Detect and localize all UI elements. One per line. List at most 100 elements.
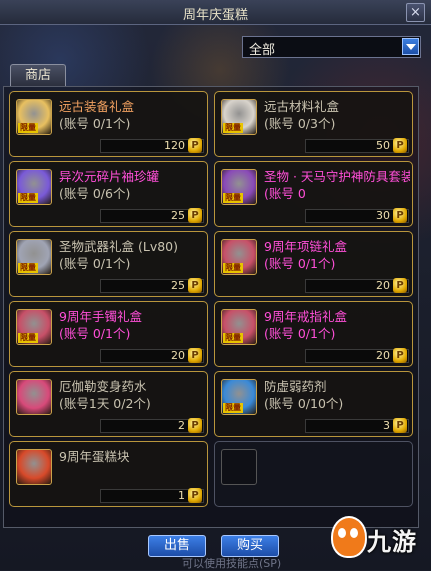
window-title: 周年庆蛋糕 [182, 8, 248, 23]
coin-icon: P [188, 278, 202, 293]
shop-item-card[interactable]: 限量 圣物武器礼盒 (Lv80) (账号 0/1个) 25 P [9, 231, 208, 297]
category-dropdown[interactable]: 全部 [242, 36, 421, 58]
tab-shop[interactable]: 商店 [10, 64, 66, 87]
item-price: 20 [376, 279, 390, 292]
price-bar: 3P [305, 418, 409, 433]
mascot-logo-icon [331, 516, 367, 558]
item-price: 50 [376, 139, 390, 152]
item-name: 防虚弱药剂 [264, 379, 327, 394]
item-name: 圣物 · 天马守护神防具套装礼盒（... [264, 169, 410, 184]
item-name: 9周年项链礼盒 [264, 239, 347, 254]
limited-badge: 限量 [223, 263, 243, 273]
limited-badge: 限量 [18, 263, 38, 273]
price-bar: 1P [100, 488, 204, 503]
coin-icon: P [393, 348, 407, 363]
item-price: 20 [171, 349, 185, 362]
price-bar: 25 P [100, 208, 204, 223]
shop-item-card[interactable]: 限量 异次元碎片袖珍罐 (账号 0/6个) 25 P [9, 161, 208, 227]
coin-icon: P [393, 138, 407, 153]
item-grid: 限量 远古装备礼盒 (账号 0/1个) 120 P 限量 远古材料礼盒 (账号 0/3个) 50… [3, 86, 419, 528]
empty-slot-icon [221, 449, 257, 485]
ring-box-icon: 限量 [221, 309, 257, 345]
item-name: 圣物武器礼盒 (Lv80) [59, 239, 178, 254]
coin-icon: P [393, 278, 407, 293]
item-purchase-limit: (账号 0/6个) [59, 186, 131, 201]
item-purchase-limit: (账号 0/10个) [264, 396, 344, 411]
item-purchase-limit: (账号 0/1个) [264, 326, 336, 341]
shop-item-card[interactable]: 限量 9周年戒指礼盒 (账号 0/1个) 20 P [214, 301, 413, 367]
armor-box-icon: 限量 [221, 169, 257, 205]
category-dropdown-value: 全部 [249, 43, 276, 58]
item-name: 远古装备礼盒 [59, 99, 135, 114]
shop-item-card[interactable]: 9周年蛋糕块 1 P [9, 441, 208, 507]
coin-icon: P [188, 138, 202, 153]
item-name: 9周年手镯礼盒 [59, 309, 142, 324]
potion-icon: 限量 [221, 379, 257, 415]
cake-icon [16, 449, 52, 485]
footer-hint: 可以使用技能点(SP) [182, 557, 282, 570]
price-bar: 20 P [305, 278, 409, 293]
empty-item-slot[interactable] [214, 441, 413, 507]
limited-badge: 限量 [223, 403, 243, 413]
limited-badge: 限量 [18, 193, 38, 203]
item-purchase-limit: (账号 0/1个) [59, 116, 131, 131]
shop-item-card[interactable]: 限量 9周年手镯礼盒 (账号 0/1个) 20 P [9, 301, 208, 367]
item-name: 异次元碎片袖珍罐 [59, 169, 160, 184]
coin-icon: P [188, 488, 202, 503]
watermark-text: 九游 [367, 528, 417, 556]
item-price: 2 [178, 419, 185, 432]
item-name: 9周年戒指礼盒 [264, 309, 347, 324]
item-purchase-limit: (账号 0 [264, 186, 306, 201]
limited-badge: 限量 [223, 123, 243, 133]
weapon-box-icon: 限量 [16, 239, 52, 275]
chevron-down-icon[interactable] [402, 38, 419, 55]
limited-badge: 限量 [18, 123, 38, 133]
sell-button[interactable]: 出售 [148, 535, 206, 557]
shop-item-card[interactable]: 限量 远古材料礼盒 (账号 0/3个) 50 P [214, 91, 413, 157]
item-price: 25 [171, 209, 185, 222]
shop-item-card[interactable]: 限量 远古装备礼盒 (账号 0/1个) 120 P [9, 91, 208, 157]
item-purchase-limit: (账号 0/1个) [59, 256, 131, 271]
item-name: 远古材料礼盒 [264, 99, 340, 114]
jar-icon: 限量 [16, 169, 52, 205]
price-bar: 30 P [305, 208, 409, 223]
close-button[interactable]: × [406, 3, 425, 22]
coin-icon: P [188, 348, 202, 363]
coin-icon: P [188, 208, 202, 223]
shop-item-card[interactable]: 限量 圣物 · 天马守护神防具套装礼盒（... (账号 0 30P [214, 161, 413, 227]
necklace-box-icon: 限量 [221, 239, 257, 275]
item-price: 25 [171, 279, 185, 292]
potion-icon [16, 379, 52, 415]
item-price: 3 [383, 419, 390, 432]
shop-item-card[interactable]: 限量 9周年项链礼盒 (账号 0/1个) 20 P [214, 231, 413, 297]
item-purchase-limit: (账号 0/1个) [59, 326, 131, 341]
item-price: 1 [178, 489, 185, 502]
coin-icon: P [393, 418, 407, 433]
shop-item-card[interactable]: 限量 防虚弱药剂 (账号 0/10个) 3 P [214, 371, 413, 437]
bracelet-box-icon: 限量 [16, 309, 52, 345]
site-watermark: 九游 [327, 514, 427, 562]
shop-item-card[interactable]: 厄伽勒变身药水 (账号1天 0/2个) 2 P [9, 371, 208, 437]
price-bar: 20 P [100, 348, 204, 363]
price-bar: 50 P [305, 138, 409, 153]
price-bar: 2P [100, 418, 204, 433]
item-purchase-limit: (账号 0/1个) [264, 256, 336, 271]
limited-badge: 限量 [18, 333, 38, 343]
item-purchase-limit: (账号 0/3个) [264, 116, 336, 131]
limited-badge: 限量 [223, 333, 243, 343]
coin-icon: P [188, 418, 202, 433]
item-purchase-limit: (账号1天 0/2个) [59, 396, 151, 411]
item-price: 120 [164, 139, 185, 152]
limited-badge: 限量 [223, 193, 243, 203]
item-price: 30 [376, 209, 390, 222]
item-name: 厄伽勒变身药水 [59, 379, 147, 394]
window-titlebar[interactable]: 周年庆蛋糕 × [0, 0, 431, 25]
item-name: 9周年蛋糕块 [59, 449, 130, 464]
gift-box-icon: 限量 [16, 99, 52, 135]
gift-box-icon: 限量 [221, 99, 257, 135]
item-price: 20 [376, 349, 390, 362]
buy-button[interactable]: 购买 [221, 535, 279, 557]
coin-icon: P [393, 208, 407, 223]
price-bar: 120 P [100, 138, 204, 153]
price-bar: 25 P [100, 278, 204, 293]
